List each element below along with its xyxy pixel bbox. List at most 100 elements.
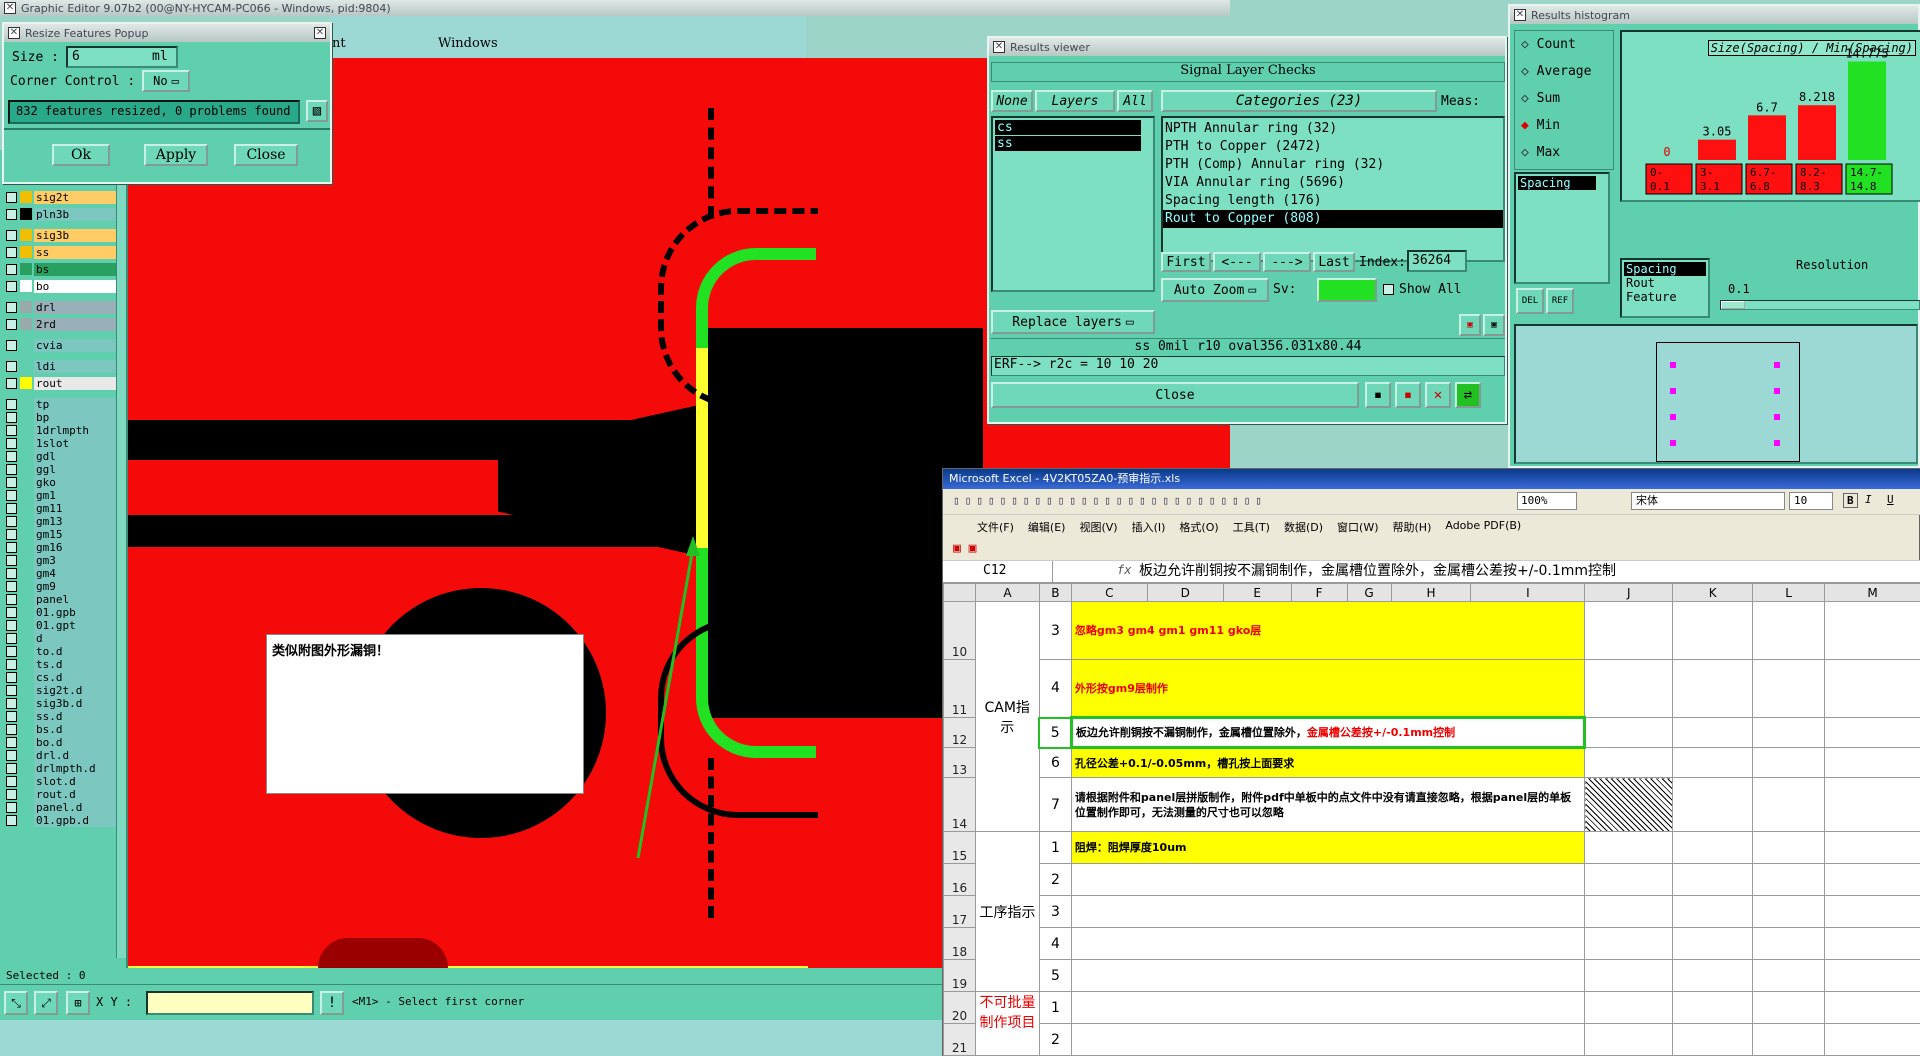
item-number[interactable]: 5 xyxy=(1038,959,1072,992)
instruction-cell[interactable]: 外形按gm9层制作 xyxy=(1070,659,1586,718)
layer-row[interactable]: sig3b xyxy=(6,228,124,242)
layer-row[interactable]: gm9 xyxy=(6,579,124,593)
instruction-cell[interactable] xyxy=(1070,895,1586,928)
index-input[interactable]: 36264 xyxy=(1407,250,1467,272)
layer-checkbox[interactable] xyxy=(6,339,17,351)
item-number[interactable]: 6 xyxy=(1038,747,1072,778)
column-header[interactable]: A xyxy=(974,583,1040,602)
item-number[interactable]: 3 xyxy=(1038,895,1072,928)
layer-checkbox[interactable] xyxy=(6,697,17,709)
auto-zoom-select[interactable]: Auto Zoom ▭ xyxy=(1161,278,1269,302)
layer-checkbox[interactable] xyxy=(6,398,17,410)
layer-checkbox[interactable] xyxy=(6,593,17,605)
empty-cell[interactable] xyxy=(1824,659,1920,718)
column-header[interactable]: B xyxy=(1038,583,1072,602)
item-number[interactable]: 2 xyxy=(1038,863,1072,896)
layer-row[interactable]: ldi xyxy=(6,359,124,373)
categories-button[interactable]: Categories (23) xyxy=(1161,90,1437,112)
replace-layers-select[interactable]: Replace layers ▭ xyxy=(991,310,1155,334)
empty-cell[interactable] xyxy=(1824,991,1920,1024)
ref-button[interactable]: REF xyxy=(1546,288,1574,314)
layer-checkbox[interactable] xyxy=(6,801,17,813)
spreadsheet-grid[interactable]: A B C D E F G H I J K L M 10 CAM指示 3 忽略gm3 gm4 gm1 gm11 … xyxy=(943,583,1920,1056)
excel-menu-item[interactable]: 工具(T) xyxy=(1233,519,1270,535)
aggregate-option[interactable]: ◆ Min xyxy=(1515,112,1613,139)
row-header[interactable]: 17 xyxy=(943,895,976,928)
none-button[interactable]: None xyxy=(991,90,1033,112)
column-header[interactable]: G xyxy=(1346,583,1392,602)
empty-cell[interactable] xyxy=(1672,601,1754,660)
formula-input[interactable]: 板边允许削铜按不漏铜制作，金属槽位置除外，金属槽公差按+/-0.1mm控制 xyxy=(1139,561,1616,582)
row-header[interactable]: 19 xyxy=(943,959,976,992)
row-header[interactable]: 13 xyxy=(943,747,976,778)
instruction-cell[interactable] xyxy=(1070,959,1586,992)
layer-row[interactable]: gm3 xyxy=(6,553,124,567)
empty-cell[interactable] xyxy=(1672,1023,1754,1056)
instruction-cell[interactable]: 忽略gm3 gm4 gm1 gm11 gko层 xyxy=(1070,601,1586,660)
empty-cell[interactable] xyxy=(1584,659,1674,718)
layer-row[interactable]: bo.d xyxy=(6,735,124,749)
column-header[interactable]: L xyxy=(1752,583,1825,602)
row-header[interactable]: 15 xyxy=(943,831,976,864)
layer-row[interactable]: sig3b.d xyxy=(6,696,124,710)
empty-cell[interactable] xyxy=(1672,747,1754,778)
layer-row[interactable]: cs.d xyxy=(6,670,124,684)
layer-checkbox[interactable] xyxy=(6,749,17,761)
layer-checkbox[interactable] xyxy=(6,528,17,540)
empty-cell[interactable] xyxy=(1824,959,1920,992)
instruction-cell[interactable] xyxy=(1070,863,1586,896)
empty-cell[interactable] xyxy=(1824,747,1920,778)
excel-menu-item[interactable]: 视图(V) xyxy=(1079,519,1117,535)
empty-cell[interactable] xyxy=(1824,831,1920,864)
category-item[interactable]: VIA Annular ring (5696) xyxy=(1163,174,1503,192)
layer-checkbox[interactable] xyxy=(6,424,17,436)
layer-checkbox[interactable] xyxy=(6,762,17,774)
layer-checkbox[interactable] xyxy=(6,684,17,696)
empty-cell[interactable] xyxy=(1752,863,1825,896)
layer-checkbox[interactable] xyxy=(6,632,17,644)
layer-checkbox[interactable] xyxy=(6,775,17,787)
layer-checkbox[interactable] xyxy=(6,411,17,423)
layer-checkbox[interactable] xyxy=(6,263,17,275)
slider-thumb[interactable] xyxy=(1721,301,1745,309)
menu-windows[interactable]: Windows xyxy=(438,36,498,51)
tool-icon-1[interactable]: ▪ xyxy=(1365,382,1391,408)
corner-select[interactable]: No ▭ xyxy=(142,70,190,92)
layer-checkbox[interactable] xyxy=(6,280,17,292)
empty-cell[interactable] xyxy=(1672,927,1754,960)
type-item[interactable]: Feature xyxy=(1624,290,1706,304)
item-number[interactable]: 1 xyxy=(1038,831,1072,864)
excel-menu-item[interactable]: 文件(F) xyxy=(977,519,1014,535)
layer-row[interactable]: sig2t.d xyxy=(6,683,124,697)
first-button[interactable]: First xyxy=(1161,252,1211,272)
layer-row[interactable]: gdl xyxy=(6,449,124,463)
corner-cell[interactable] xyxy=(943,583,976,602)
layers-button[interactable]: Layers xyxy=(1035,90,1115,112)
tool-icon-2[interactable]: ▪ xyxy=(1395,382,1421,408)
ref-icon[interactable]: ▣ xyxy=(1483,314,1505,336)
column-header[interactable]: M xyxy=(1824,583,1920,602)
layer-row[interactable]: 1drlmpth xyxy=(6,423,124,437)
row-header[interactable]: 10 xyxy=(943,601,976,660)
empty-cell[interactable] xyxy=(1672,777,1754,832)
row-header[interactable]: 20 xyxy=(943,991,976,1024)
layer-checkbox[interactable] xyxy=(6,541,17,553)
empty-cell[interactable] xyxy=(1672,991,1754,1024)
item-number[interactable]: 1 xyxy=(1038,991,1072,1024)
excel-menu-item[interactable]: 插入(I) xyxy=(1132,519,1166,535)
layer-checkbox[interactable] xyxy=(6,671,17,683)
layer-checkbox[interactable] xyxy=(6,788,17,800)
column-header[interactable]: J xyxy=(1584,583,1674,602)
radio-icon[interactable]: ◇ xyxy=(1521,64,1537,79)
layer-checkbox[interactable] xyxy=(6,658,17,670)
empty-cell[interactable] xyxy=(1824,777,1920,832)
empty-cell[interactable] xyxy=(1672,831,1754,864)
layer-row[interactable]: bs.d xyxy=(6,722,124,736)
underline-button[interactable]: U xyxy=(1887,493,1894,506)
layer-checkbox[interactable] xyxy=(6,710,17,722)
layer-row[interactable]: gm11 xyxy=(6,501,124,515)
row-header[interactable]: 11 xyxy=(943,659,976,718)
item-number[interactable]: 2 xyxy=(1038,1023,1072,1056)
instruction-cell[interactable] xyxy=(1070,1023,1586,1056)
close-button[interactable]: Close xyxy=(234,144,298,166)
